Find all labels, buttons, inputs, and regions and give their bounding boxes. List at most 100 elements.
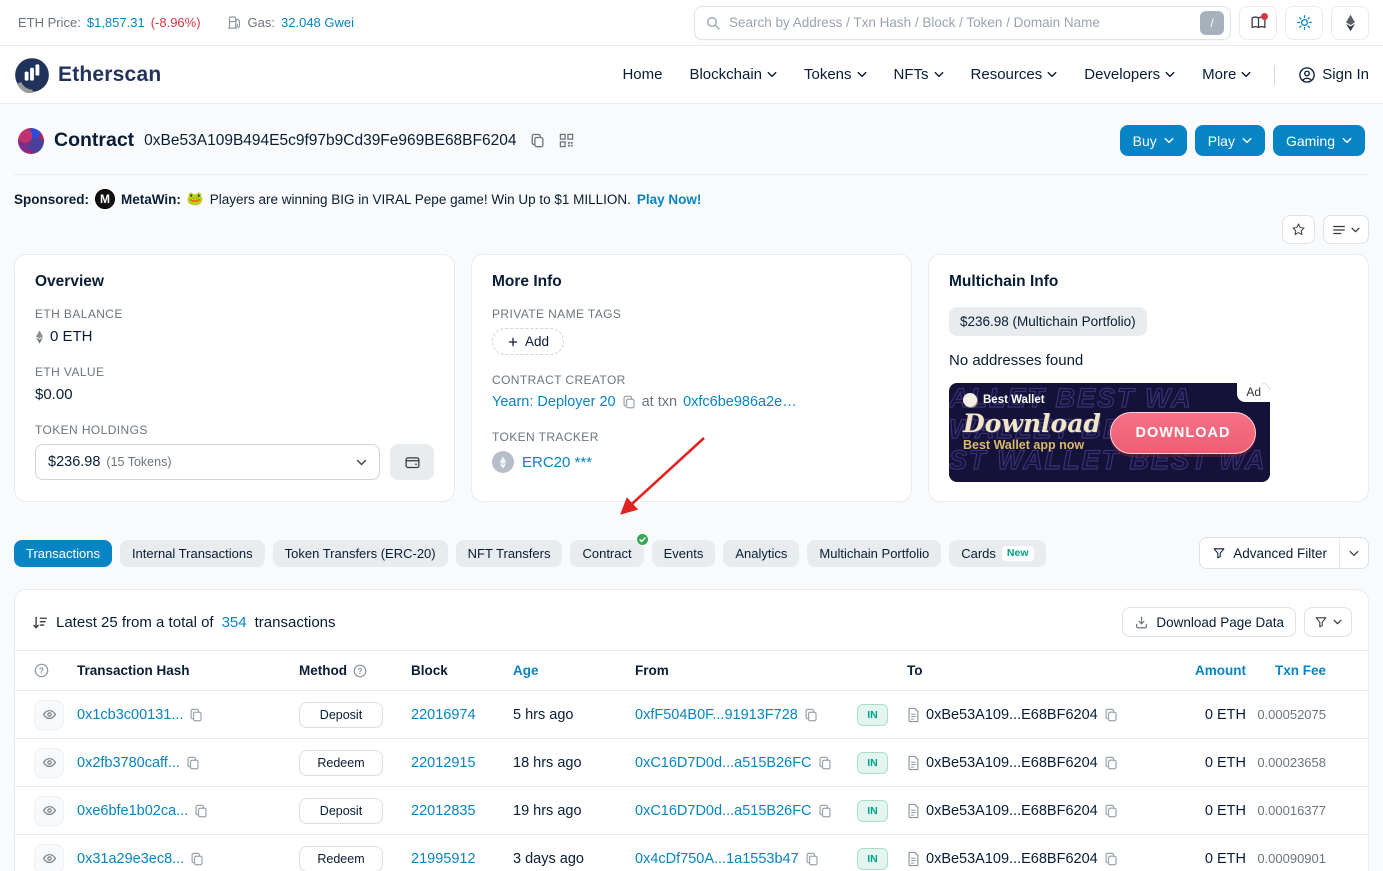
copy-icon[interactable] <box>186 756 200 770</box>
theme-toggle-button[interactable] <box>1285 6 1323 40</box>
total-transactions-link[interactable]: 354 <box>222 614 247 631</box>
copy-icon[interactable] <box>622 395 636 409</box>
sponsored-emoji: 🐸 <box>187 191 204 207</box>
block-link[interactable]: 22012835 <box>411 803 476 819</box>
search-bar[interactable]: / <box>694 6 1231 40</box>
favorite-button[interactable] <box>1282 215 1315 244</box>
buy-button[interactable]: Buy <box>1120 125 1187 156</box>
tab-analytics[interactable]: Analytics <box>723 540 799 567</box>
eth-price-link[interactable]: $1,857.31 <box>87 15 145 30</box>
from-address-link[interactable]: 0xC16D7D0d...a515B26FC <box>635 803 812 819</box>
creator-link[interactable]: Yearn: Deployer 20 <box>492 394 616 410</box>
preview-txn-button[interactable] <box>34 796 64 826</box>
txn-hash-link[interactable]: 0x2fb3780caff... <box>77 755 180 771</box>
search-icon <box>705 15 721 31</box>
preview-txn-button[interactable] <box>34 844 64 871</box>
token-portfolio-button[interactable] <box>390 444 434 480</box>
chevron-down-icon <box>1164 137 1174 144</box>
age-text: 5 hrs ago <box>513 707 573 723</box>
sponsored-label: Sponsored: <box>14 192 89 207</box>
add-name-tag-button[interactable]: Add <box>492 328 564 355</box>
from-address-link[interactable]: 0x4cDf750A...1a1553b47 <box>635 851 799 867</box>
txn-hash-link[interactable]: 0x31a29e3ec8... <box>77 851 184 867</box>
verified-check-icon <box>636 533 649 546</box>
search-input[interactable] <box>729 15 1200 30</box>
from-address-link[interactable]: 0xC16D7D0d...a515B26FC <box>635 755 812 771</box>
nav-item-blockchain[interactable]: Blockchain <box>689 66 777 83</box>
eth-value-label: ETH VALUE <box>35 365 434 379</box>
play-button[interactable]: Play <box>1195 125 1265 156</box>
chevron-down-icon <box>857 71 867 78</box>
etherscan-logo[interactable]: Etherscan <box>14 57 161 93</box>
chevron-down-icon <box>767 71 777 78</box>
nav-item-resources[interactable]: Resources <box>971 66 1058 83</box>
creation-txn-link[interactable]: 0xfc6be986a2e… <box>683 394 797 410</box>
copy-icon[interactable] <box>804 708 818 722</box>
view-options-button[interactable] <box>1323 215 1369 244</box>
block-link[interactable]: 21995912 <box>411 851 476 867</box>
help-icon[interactable] <box>353 664 367 678</box>
tab-token-transfers[interactable]: Token Transfers (ERC-20) <box>273 540 448 567</box>
address-avatar <box>18 128 44 154</box>
tab-events[interactable]: Events <box>652 540 716 567</box>
copy-icon[interactable] <box>190 852 204 866</box>
copy-icon[interactable] <box>805 852 819 866</box>
qr-code-icon[interactable] <box>559 133 574 148</box>
copy-icon[interactable] <box>818 804 832 818</box>
advanced-filter-button[interactable]: Advanced Filter <box>1199 537 1369 569</box>
txn-hash-link[interactable]: 0x1cb3c00131... <box>77 707 183 723</box>
copy-icon[interactable] <box>1104 756 1118 770</box>
gas-pump-icon <box>227 15 242 30</box>
from-address-link[interactable]: 0xfF504B0F...91913F728 <box>635 707 798 723</box>
multichain-portfolio-badge[interactable]: $236.98 (Multichain Portfolio) <box>949 307 1147 336</box>
tab-contract[interactable]: Contract <box>570 540 643 567</box>
col-amount-toggle[interactable]: Amount <box>1195 663 1246 678</box>
nav-item-developers[interactable]: Developers <box>1084 66 1175 83</box>
sponsored-message: Players are winning BIG in VIRAL Pepe ga… <box>210 192 631 207</box>
ad-banner[interactable]: ALLET BEST WA WALLET BEST W ST WALLET BE… <box>949 383 1270 482</box>
txn-hash-link[interactable]: 0xe6bfe1b02ca... <box>77 803 188 819</box>
block-link[interactable]: 22012915 <box>411 755 476 771</box>
nav-item-nfts[interactable]: NFTs <box>894 66 944 83</box>
block-link[interactable]: 22016974 <box>411 707 476 723</box>
nav-item-tokens[interactable]: Tokens <box>804 66 867 83</box>
eth-glyph-icon <box>499 456 507 469</box>
col-age-toggle[interactable]: Age <box>513 663 539 678</box>
gaming-button[interactable]: Gaming <box>1273 125 1365 156</box>
ad-label: Ad <box>1237 383 1270 402</box>
contract-file-icon <box>907 851 920 867</box>
sign-in-button[interactable]: Sign In <box>1298 66 1369 84</box>
tab-internal-transactions[interactable]: Internal Transactions <box>120 540 265 567</box>
token-holdings-dropdown[interactable]: $236.98 (15 Tokens) <box>35 444 380 480</box>
play-now-link[interactable]: Play Now! <box>637 192 702 207</box>
tab-transactions[interactable]: Transactions <box>14 540 112 567</box>
preview-txn-button[interactable] <box>34 700 64 730</box>
copy-icon[interactable] <box>1104 708 1118 722</box>
tab-multichain-portfolio[interactable]: Multichain Portfolio <box>807 540 941 567</box>
gas-value-link[interactable]: 32.048 Gwei <box>281 15 354 30</box>
copy-icon[interactable] <box>818 756 832 770</box>
advanced-filter-chevron[interactable] <box>1339 538 1368 568</box>
copy-icon[interactable] <box>1104 852 1118 866</box>
copy-icon[interactable] <box>1104 804 1118 818</box>
copy-address-icon[interactable] <box>530 133 545 148</box>
network-switch-button[interactable] <box>1331 6 1369 40</box>
copy-icon[interactable] <box>189 708 203 722</box>
chevron-down-icon <box>356 459 367 466</box>
help-icon[interactable] <box>34 663 49 678</box>
person-icon <box>1298 66 1316 84</box>
col-fee-toggle[interactable]: Txn Fee <box>1275 663 1326 678</box>
tab-cards[interactable]: Cards New <box>949 540 1045 567</box>
copy-icon[interactable] <box>194 804 208 818</box>
at-txn-text: at txn <box>642 394 677 410</box>
nav-item-more[interactable]: More <box>1202 66 1251 83</box>
watchlist-button[interactable] <box>1239 6 1277 40</box>
ad-download-button[interactable]: DOWNLOAD <box>1110 412 1256 454</box>
table-filter-button[interactable] <box>1304 607 1352 637</box>
preview-txn-button[interactable] <box>34 748 64 778</box>
nav-item-home[interactable]: Home <box>622 66 662 83</box>
table-row: 0x1cb3c00131... Deposit 22016974 5 hrs a… <box>15 690 1368 738</box>
tab-nft-transfers[interactable]: NFT Transfers <box>456 540 563 567</box>
download-page-data-button[interactable]: Download Page Data <box>1122 607 1296 637</box>
token-tracker-link[interactable]: ERC20 *** <box>522 454 592 471</box>
